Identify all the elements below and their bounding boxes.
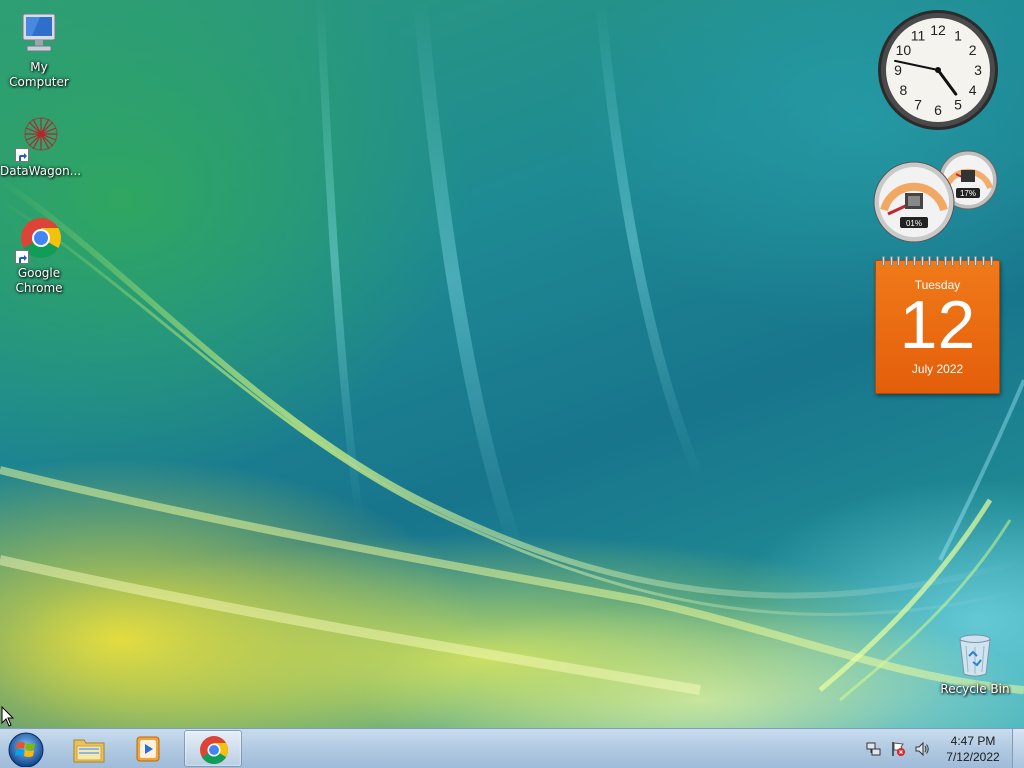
computer-icon (15, 10, 63, 58)
taskbar-time: 4:47 PM (950, 734, 996, 748)
memory-percent: 17% (960, 189, 976, 198)
calendar-day-number: 12 (899, 287, 976, 363)
clock-numeral: 6 (934, 102, 942, 118)
clock-numeral: 5 (954, 97, 962, 113)
taskbar-button-google-chrome[interactable] (184, 730, 242, 767)
mouse-cursor-icon (1, 706, 15, 727)
media-player-icon (133, 734, 165, 764)
desktop-icon-label: My Computer (9, 60, 69, 89)
calendar-month-year: July 2022 (911, 362, 964, 376)
clock-gadget[interactable]: 12 1 2 3 4 5 6 7 8 9 10 11 (876, 8, 1000, 132)
cpu-dial: 01% (873, 161, 955, 243)
clock-numeral: 9 (894, 62, 902, 78)
windows-logo-icon (8, 732, 44, 768)
desktop-background: My Computer DataWagon... Google Chrome R… (0, 0, 1024, 728)
clock-numeral: 8 (900, 82, 908, 98)
chrome-icon (198, 735, 230, 765)
clock-numeral: 7 (914, 97, 922, 113)
shortcut-arrow-icon (15, 148, 29, 162)
desktop-icon-datawagon[interactable]: DataWagon... (0, 114, 82, 179)
cpu-percent: 01% (906, 219, 922, 228)
datawagon-icon (15, 114, 63, 162)
clock-numeral: 2 (969, 42, 977, 58)
cpu-meter-gadget[interactable]: 17% 01% (872, 148, 1002, 244)
wallpaper-streaks (0, 0, 1024, 702)
taskbar: 4:47 PM 7/12/2022 (0, 728, 1024, 768)
clock-numeral: 3 (974, 62, 982, 78)
recycle-bin-icon (951, 632, 999, 680)
taskbar-button-windows-explorer[interactable] (60, 730, 118, 767)
clock-numeral: 11 (911, 27, 926, 43)
desktop-icon-google-chrome[interactable]: Google Chrome (0, 216, 78, 296)
taskbar-clock[interactable]: 4:47 PM 7/12/2022 (937, 733, 1009, 765)
analog-clock-face: 12 12 3 45678 9 1011 (878, 10, 998, 130)
shortcut-arrow-icon (15, 250, 29, 264)
taskbar-button-windows-media-player[interactable] (120, 730, 178, 767)
clock-numeral: 4 (969, 82, 977, 98)
start-button[interactable] (6, 731, 46, 768)
network-icon[interactable] (866, 741, 882, 757)
action-center-flag-icon[interactable] (890, 741, 906, 757)
desktop-icon-label: DataWagon... (0, 164, 82, 178)
desktop-icon-recycle-bin[interactable]: Recycle Bin (936, 632, 1014, 697)
clock-numeral: 1 (954, 27, 962, 43)
chrome-icon (15, 216, 63, 264)
desktop-icon-label: Recycle Bin (940, 682, 1010, 696)
desktop-icon-my-computer[interactable]: My Computer (0, 10, 78, 90)
volume-icon[interactable] (914, 741, 930, 757)
desktop-icon-label: Google Chrome (15, 266, 63, 295)
clock-numeral: 10 (896, 42, 912, 58)
calendar-rings (882, 256, 993, 266)
calendar-gadget[interactable]: Tuesday 12 July 2022 (875, 256, 1000, 394)
show-desktop-button[interactable] (1012, 729, 1024, 768)
clock-numeral: 12 (930, 22, 946, 38)
folder-icon (73, 734, 105, 764)
system-tray: 4:47 PM 7/12/2022 (862, 729, 1024, 768)
taskbar-date: 7/12/2022 (946, 750, 1000, 764)
